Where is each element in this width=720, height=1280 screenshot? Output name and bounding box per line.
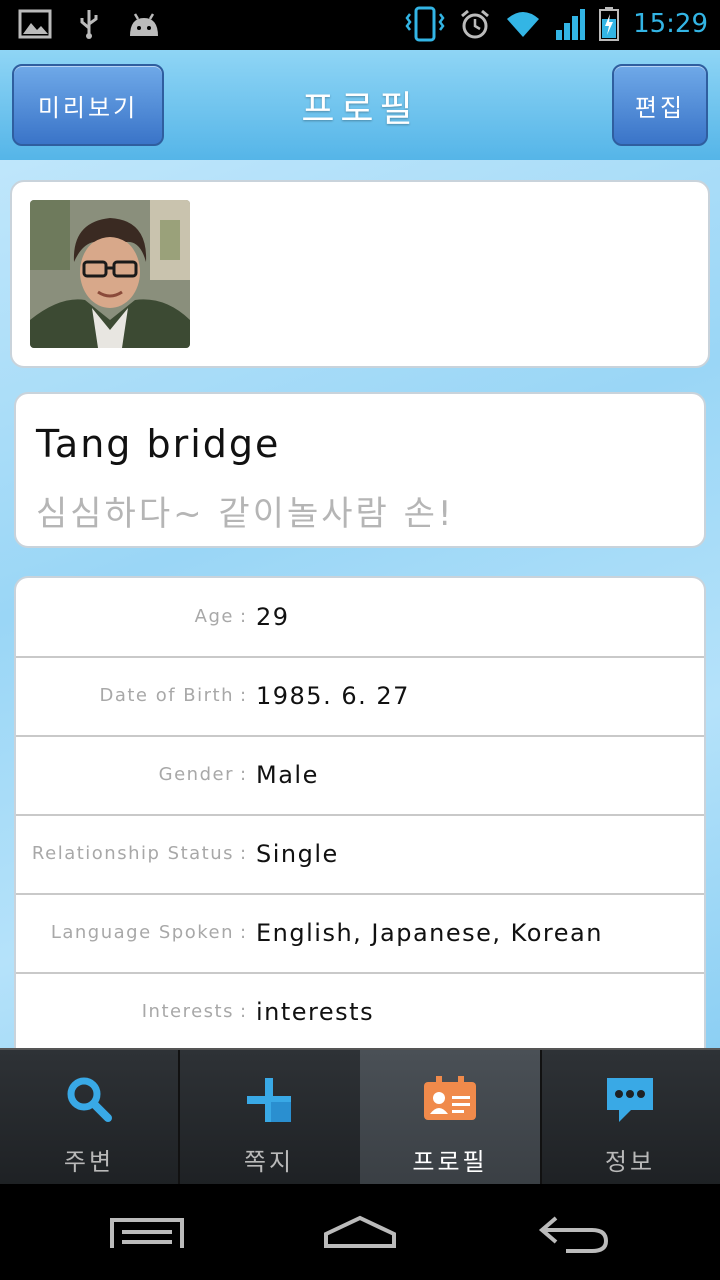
chat-bubble-icon xyxy=(603,1074,657,1130)
info-value: interests xyxy=(256,998,375,1026)
search-icon xyxy=(64,1074,114,1128)
info-label: Age xyxy=(194,606,234,627)
tab-messages[interactable]: 쪽지 xyxy=(178,1050,362,1186)
tab-label: 쪽지 xyxy=(243,1148,295,1176)
info-row-interests: Interests : interests xyxy=(16,973,704,1048)
profile-content[interactable]: Tang bridge 심심하다~ 같이놀사람 손! Age : 29 Date… xyxy=(0,160,720,1048)
status-message: 심심하다~ 같이놀사람 손! xyxy=(36,494,455,534)
profile-photo[interactable] xyxy=(30,200,190,348)
name-card: Tang bridge 심심하다~ 같이놀사람 손! xyxy=(14,392,706,548)
info-separator: : xyxy=(240,606,247,627)
info-row-language-spoken: Language Spoken : English, Japanese, Kor… xyxy=(16,894,704,974)
info-label: Interests xyxy=(141,1001,234,1022)
info-value: English, Japanese, Korean xyxy=(256,919,603,947)
clock-time: 15:29 xyxy=(633,9,708,39)
android-icon xyxy=(126,10,162,38)
system-nav-bar xyxy=(0,1184,720,1280)
info-separator: : xyxy=(240,922,247,943)
tab-profile[interactable]: 프로필 xyxy=(360,1050,542,1186)
home-button[interactable] xyxy=(322,1214,398,1254)
info-value: Male xyxy=(256,761,319,789)
info-value: 29 xyxy=(256,603,290,631)
info-label: Date of Birth xyxy=(99,685,234,706)
back-button[interactable] xyxy=(536,1214,610,1258)
status-bar: 15:29 xyxy=(0,0,720,50)
tab-label: 주변 xyxy=(63,1148,115,1176)
info-separator: : xyxy=(240,764,247,785)
info-row-gender: Gender : Male xyxy=(16,736,704,816)
tab-nearby[interactable]: 주변 xyxy=(0,1050,180,1186)
alarm-icon xyxy=(459,8,491,40)
info-row-date-of-birth: Date of Birth : 1985. 6. 27 xyxy=(16,657,704,737)
vibrate-icon xyxy=(405,6,445,42)
recent-apps-button[interactable] xyxy=(108,1214,186,1254)
info-row-relationship-status: Relationship Status : Single xyxy=(16,815,704,895)
tab-label: 정보 xyxy=(604,1148,656,1176)
photo-card xyxy=(10,180,710,368)
edit-button[interactable]: 편집 xyxy=(612,64,708,146)
message-icon xyxy=(243,1074,295,1130)
info-label: Relationship Status xyxy=(31,843,234,864)
tab-info[interactable]: 정보 xyxy=(540,1050,720,1186)
tab-label: 프로필 xyxy=(412,1148,488,1176)
bottom-tab-bar: 주변 쪽지 프로필 정보 xyxy=(0,1048,720,1186)
info-label: Language Spoken xyxy=(50,922,234,943)
battery-charging-icon xyxy=(599,7,620,41)
info-value: Single xyxy=(256,840,339,868)
info-value: 1985. 6. 27 xyxy=(256,682,410,710)
image-notification-icon xyxy=(18,9,52,39)
info-separator: : xyxy=(240,843,247,864)
usb-icon xyxy=(78,8,100,40)
profile-name: Tang bridge xyxy=(36,422,281,466)
wifi-icon xyxy=(505,9,541,39)
profile-card-icon xyxy=(422,1074,478,1128)
info-separator: : xyxy=(240,685,247,706)
info-row-age: Age : 29 xyxy=(16,578,704,658)
signal-icon xyxy=(555,8,586,40)
info-label: Gender xyxy=(158,764,234,785)
header-bar: 미리보기 프로필 편집 xyxy=(0,50,720,160)
info-card: Age : 29 Date of Birth : 1985. 6. 27 Gen… xyxy=(14,576,706,1048)
info-separator: : xyxy=(240,1001,247,1022)
